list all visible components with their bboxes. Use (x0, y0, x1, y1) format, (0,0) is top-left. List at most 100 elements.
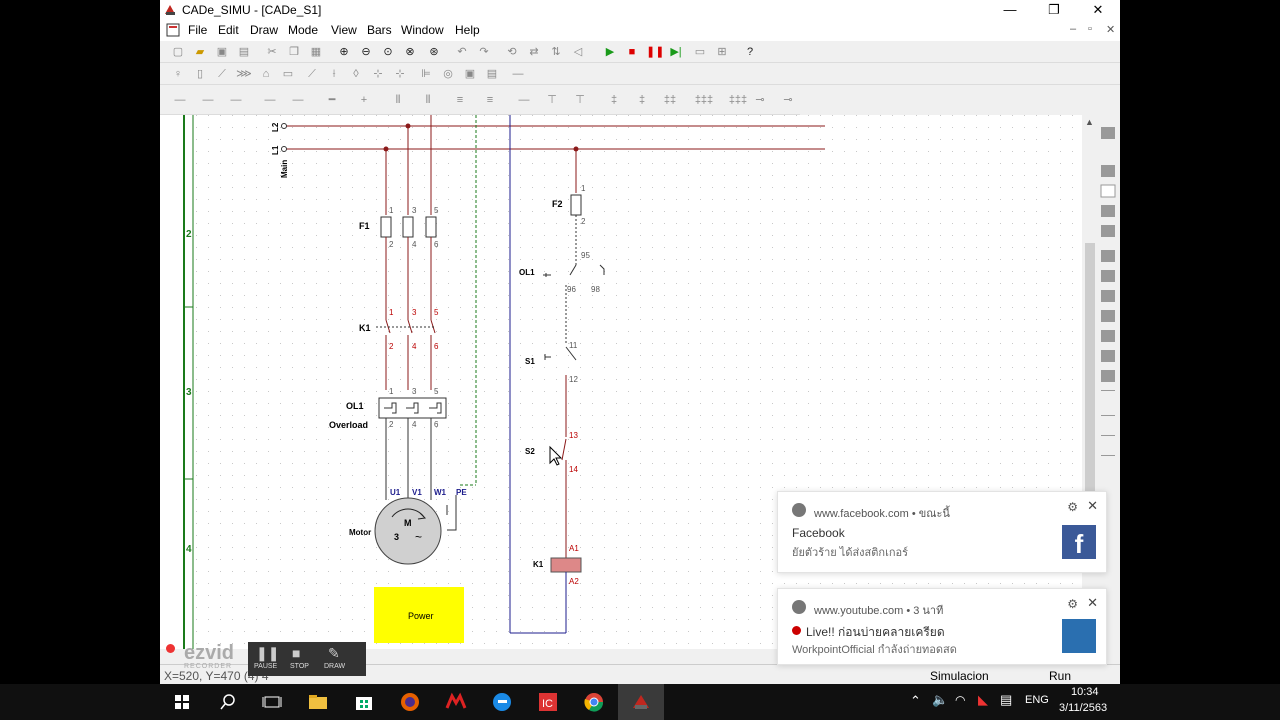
task-view-icon[interactable] (260, 690, 284, 714)
cut-icon[interactable]: ✂ (264, 44, 280, 60)
terminal-icon[interactable]: ⊫ (418, 66, 434, 82)
grid-icon[interactable]: ⊞ (714, 44, 730, 60)
conn-2-icon[interactable]: ‡ (634, 92, 650, 108)
close-button[interactable]: ✕ (1076, 0, 1120, 20)
menu-view[interactable]: View (331, 23, 357, 37)
ezvid-stop-label[interactable]: STOP (290, 663, 309, 670)
clock-time[interactable]: 10:34 (1071, 686, 1099, 698)
bus-4-icon[interactable]: ⦀ (420, 92, 436, 108)
menu-window[interactable]: Window (401, 23, 444, 37)
redo-icon[interactable]: ↷ (476, 44, 492, 60)
cross-1-icon[interactable]: — (516, 92, 532, 108)
scroll-up-icon[interactable]: ▲ (1085, 117, 1094, 127)
plc-icon[interactable]: ▤ (484, 66, 500, 82)
ezvid-pause-label[interactable]: PAUSE (254, 663, 277, 670)
zoom-in-icon[interactable]: ⊕ (336, 44, 352, 60)
wire-4-icon[interactable]: — (262, 92, 278, 108)
transformer-icon[interactable]: ▣ (462, 66, 478, 82)
cross-3-icon[interactable]: ⊤ (572, 92, 588, 108)
menu-edit[interactable]: Edit (218, 23, 239, 37)
file-explorer-icon[interactable] (306, 690, 330, 714)
mdi-restore-button[interactable]: ▫ (1088, 23, 1092, 35)
menu-draw[interactable]: Draw (250, 23, 278, 37)
store-icon[interactable] (352, 690, 376, 714)
conn-1-icon[interactable]: ‡ (606, 92, 622, 108)
ezvid-draw-icon[interactable]: ✎ (328, 645, 340, 662)
step-back-icon[interactable]: ◁ (570, 44, 586, 60)
pause-icon[interactable]: ❚❚ (646, 44, 664, 60)
action-center-icon[interactable]: ▤ (1000, 692, 1012, 708)
settings-gear-icon[interactable]: ⚙ (1067, 597, 1078, 611)
hbus-3-icon[interactable]: ≡ (452, 92, 468, 108)
ezvid-stop-icon[interactable]: ■ (292, 645, 300, 661)
relay-icon[interactable]: ▭ (280, 66, 296, 82)
hbus-4-icon[interactable]: ≡ (482, 92, 498, 108)
search-icon[interactable] (216, 690, 240, 714)
ezvid-draw-label[interactable]: DRAW (324, 663, 345, 670)
junction-icon[interactable]: + (356, 92, 372, 108)
conn-5-icon[interactable]: ‡‡‡ (724, 92, 752, 108)
wire-6-icon[interactable]: ━ (324, 92, 340, 108)
edge-icon[interactable] (490, 690, 514, 714)
wire-3-icon[interactable]: — (228, 92, 244, 108)
minimize-button[interactable]: — (988, 0, 1032, 20)
save-icon[interactable]: ▣ (214, 44, 230, 60)
app-ic-icon[interactable]: IC (536, 690, 560, 714)
stop-icon[interactable]: ■ (624, 44, 640, 60)
zoom-all-icon[interactable]: ⊛ (426, 44, 442, 60)
settings-gear-icon[interactable]: ⚙ (1067, 500, 1078, 514)
wire-2-icon[interactable]: — (200, 92, 216, 108)
mdi-close-button[interactable]: ✕ (1106, 23, 1115, 36)
print-icon[interactable]: ▤ (236, 44, 252, 60)
k1-coil[interactable] (550, 557, 582, 573)
language-indicator[interactable]: ENG (1025, 694, 1049, 706)
breaker-icon[interactable]: ⌂ (258, 66, 274, 82)
motor-symbol[interactable] (374, 497, 442, 565)
step-icon[interactable]: ▶| (668, 44, 684, 60)
cable-in-icon[interactable]: ⊸ (752, 92, 768, 108)
open-folder-icon[interactable]: ▰ (192, 44, 208, 60)
contact-icon[interactable]: ⟋ (304, 66, 320, 82)
windows-start-icon[interactable] (170, 690, 194, 714)
pushbutton-icon[interactable]: ⊹ (370, 66, 386, 82)
triple-switch-icon[interactable]: ⋙ (236, 66, 252, 82)
zoom-out-icon[interactable]: ⊖ (358, 44, 374, 60)
menu-mode[interactable]: Mode (288, 23, 318, 37)
menu-file[interactable]: File (188, 23, 207, 37)
mirror-icon[interactable]: ⇄ (526, 44, 542, 60)
rotate-icon[interactable]: ⟲ (504, 44, 520, 60)
volume-icon[interactable]: 🔈 (932, 692, 948, 708)
notification-close-icon[interactable]: ✕ (1087, 595, 1098, 611)
timer-icon[interactable]: ◊ (348, 66, 364, 82)
acrobat-tray-icon[interactable]: ◣ (978, 692, 988, 708)
wire-5-icon[interactable]: — (290, 92, 306, 108)
restore-button[interactable]: ❐ (1032, 0, 1076, 20)
run-icon[interactable]: ▶ (602, 44, 618, 60)
cable-out-icon[interactable]: ⊸ (780, 92, 796, 108)
conn-4-icon[interactable]: ‡‡‡ (690, 92, 718, 108)
new-file-icon[interactable]: ▢ (170, 44, 186, 60)
window-icon[interactable]: ▭ (692, 44, 708, 60)
wifi-icon[interactable]: ◠ (955, 693, 965, 707)
clock-date[interactable]: 3/11/2563 (1059, 702, 1107, 714)
app-m-icon[interactable] (444, 690, 468, 714)
menu-bars[interactable]: Bars (367, 23, 392, 37)
wire-1-icon[interactable]: — (172, 92, 188, 108)
bus-3-icon[interactable]: ⦀ (390, 92, 406, 108)
fuse-icon[interactable]: ▯ (192, 66, 208, 82)
document-icon[interactable] (166, 23, 180, 37)
mdi-minimize-button[interactable]: – (1070, 23, 1076, 35)
tray-chevron-icon[interactable]: ⌃ (910, 693, 921, 709)
cross-2-icon[interactable]: ⊤ (544, 92, 560, 108)
copy-icon[interactable]: ❐ (286, 44, 302, 60)
switch-icon[interactable]: ⟋ (214, 66, 230, 82)
flip-icon[interactable]: ⇅ (548, 44, 564, 60)
selector-icon[interactable]: ⊹ (392, 66, 408, 82)
chrome-taskbar-icon[interactable] (582, 690, 606, 714)
zoom-fit-icon[interactable]: ⊗ (402, 44, 418, 60)
help-icon[interactable]: ? (742, 44, 758, 60)
notification-close-icon[interactable]: ✕ (1087, 498, 1098, 514)
nc-contact-icon[interactable]: ⟊ (326, 66, 342, 82)
notification-youtube[interactable]: www.youtube.com • 3 นาที ⚙ ✕ Live!! ก่อน… (777, 588, 1107, 665)
notification-facebook[interactable]: www.facebook.com • ขณะนี้ ⚙ ✕ Facebook ย… (777, 491, 1107, 573)
